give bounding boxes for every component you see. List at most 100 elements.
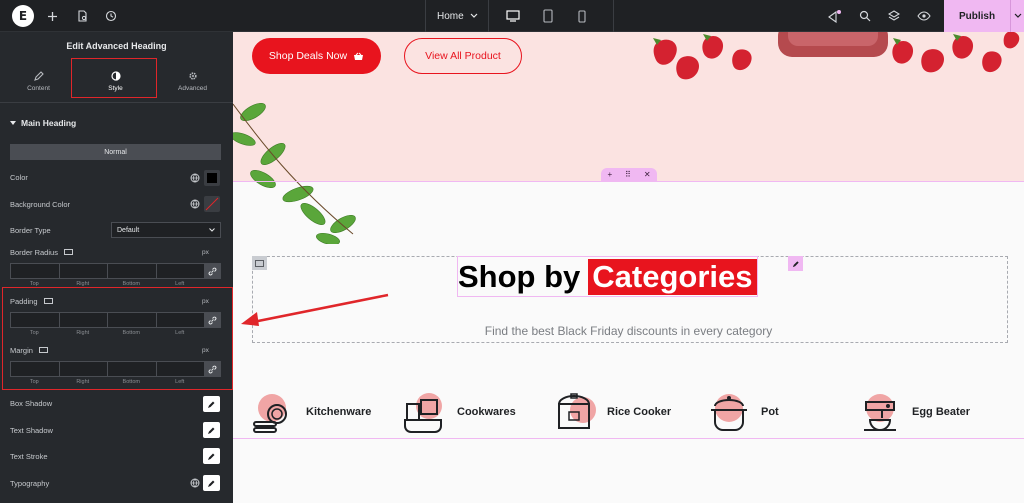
global-color-icon[interactable] — [188, 197, 202, 211]
section-border — [233, 438, 1024, 439]
rice-cooker-icon — [553, 390, 597, 434]
typography-label: Typography — [10, 479, 50, 488]
divider — [488, 0, 489, 32]
category-item[interactable]: Egg Beater — [858, 387, 970, 437]
typography-edit-button[interactable] — [203, 475, 220, 491]
kitchenware-icon — [252, 390, 296, 434]
basket-icon — [354, 52, 364, 60]
publish-options-button[interactable] — [1010, 0, 1024, 32]
chevron-down-icon — [209, 228, 215, 232]
publish-button[interactable]: Publish — [944, 0, 1010, 32]
mobile-icon[interactable] — [574, 8, 590, 24]
padding-margin-highlight — [2, 287, 233, 390]
text-shadow-label: Text Shadow — [10, 426, 53, 435]
egg-beater-icon — [858, 390, 902, 434]
pencil-icon — [792, 260, 799, 267]
search-icon[interactable] — [857, 0, 873, 32]
annotation-arrow — [241, 293, 389, 326]
pencil-icon — [33, 70, 44, 81]
text-stroke-edit-button[interactable] — [203, 448, 220, 464]
panel-title: Edit Advanced Heading — [66, 40, 167, 51]
chevron-down-icon — [1014, 13, 1021, 18]
divider — [425, 0, 426, 32]
section-toggle-main-heading[interactable]: Main Heading — [10, 118, 76, 128]
edit-heading-button[interactable] — [788, 256, 803, 271]
preview-eye-icon[interactable] — [916, 0, 932, 32]
global-color-icon[interactable] — [188, 171, 202, 185]
unit-select[interactable]: px — [202, 249, 209, 256]
history-icon[interactable] — [103, 0, 119, 32]
border-radius-label: Border Radius — [10, 248, 58, 257]
leaves-image — [233, 102, 356, 244]
link-values-button[interactable] — [204, 263, 221, 279]
tab-advanced[interactable]: Advanced — [154, 59, 231, 103]
page-selector[interactable]: Home — [437, 0, 478, 32]
category-label: Rice Cooker — [607, 406, 672, 418]
state-tab-normal[interactable]: Normal — [10, 144, 221, 160]
pencil-icon — [208, 480, 215, 487]
gear-icon — [188, 71, 197, 80]
color-swatch[interactable] — [204, 170, 220, 186]
tablet-icon[interactable] — [540, 8, 556, 24]
category-item[interactable]: Cookwares — [403, 387, 516, 437]
border-radius-label-row: Border Radius — [10, 248, 73, 257]
category-label: Egg Beater — [912, 406, 971, 418]
category-label: Kitchenware — [306, 406, 372, 418]
section-border — [233, 181, 1024, 182]
dimension-input-right[interactable] — [58, 263, 108, 279]
view-all-product-button[interactable]: View All Product — [404, 38, 522, 74]
caret-down-icon — [10, 120, 16, 125]
desktop-icon[interactable] — [505, 8, 521, 24]
tab-label: Advanced — [178, 84, 207, 92]
section-handle[interactable]: + ⠿ ✕ — [601, 168, 657, 181]
page-settings-icon[interactable] — [74, 0, 90, 32]
shop-deals-button[interactable]: Shop Deals Now — [252, 38, 381, 74]
add-icon[interactable] — [44, 0, 60, 32]
drag-handle-icon[interactable]: ⠿ — [625, 170, 631, 179]
border-radius-inputs — [10, 263, 205, 279]
border-type-select[interactable]: Default — [111, 222, 221, 238]
background-color-swatch-empty[interactable] — [204, 196, 220, 212]
global-typography-icon[interactable] — [188, 476, 202, 490]
editor-panel: Edit Advanced Heading Content Style Adva… — [0, 32, 233, 503]
text-shadow-edit-button[interactable] — [203, 422, 220, 438]
desktop-icon[interactable] — [63, 249, 73, 256]
text-stroke-label: Text Stroke — [10, 452, 48, 461]
category-item[interactable]: Pot — [707, 387, 779, 437]
top-bar: E Home Publish — [0, 0, 1024, 32]
background-color-label: Background Color — [10, 200, 71, 209]
heading-text: Shop by — [458, 258, 581, 294]
section-heading[interactable]: Shop by Categories — [457, 256, 758, 297]
border-type-value: Default — [117, 226, 140, 234]
close-icon[interactable]: ✕ — [644, 170, 651, 179]
style-tab-highlight — [71, 58, 157, 98]
tab-content[interactable]: Content — [0, 59, 77, 103]
pencil-icon — [208, 401, 215, 408]
page-selector-label: Home — [437, 10, 464, 22]
category-label: Cookwares — [457, 406, 516, 418]
category-item[interactable]: Kitchenware — [252, 387, 371, 437]
layers-icon[interactable] — [886, 0, 902, 32]
shop-deals-label: Shop Deals Now — [268, 50, 348, 62]
divider — [613, 0, 614, 32]
tab-label: Content — [27, 84, 50, 92]
chevron-down-icon — [470, 13, 478, 18]
pencil-icon — [208, 453, 215, 460]
border-type-label: Border Type — [10, 226, 51, 235]
widget-handle-icon[interactable] — [252, 256, 267, 270]
dimension-input-top[interactable] — [10, 263, 60, 279]
category-item[interactable]: Rice Cooker — [553, 387, 671, 437]
strawberries-image — [653, 32, 1020, 80]
hero-section: Shop Deals Now View All Product — [233, 32, 1024, 244]
link-icon — [208, 267, 217, 275]
elementor-logo[interactable]: E — [12, 5, 34, 27]
add-section-icon[interactable]: + — [607, 170, 612, 179]
notifications-icon[interactable] — [826, 0, 842, 32]
cookwares-icon — [403, 390, 447, 434]
editor-canvas: Shop Deals Now View All Product + ⠿ ✕ Sh… — [233, 32, 1024, 503]
section-title: Main Heading — [21, 118, 77, 128]
dimension-input-bottom[interactable] — [107, 263, 157, 279]
dimension-input-left[interactable] — [155, 263, 205, 279]
box-shadow-label: Box Shadow — [10, 399, 53, 408]
box-shadow-edit-button[interactable] — [203, 396, 220, 412]
